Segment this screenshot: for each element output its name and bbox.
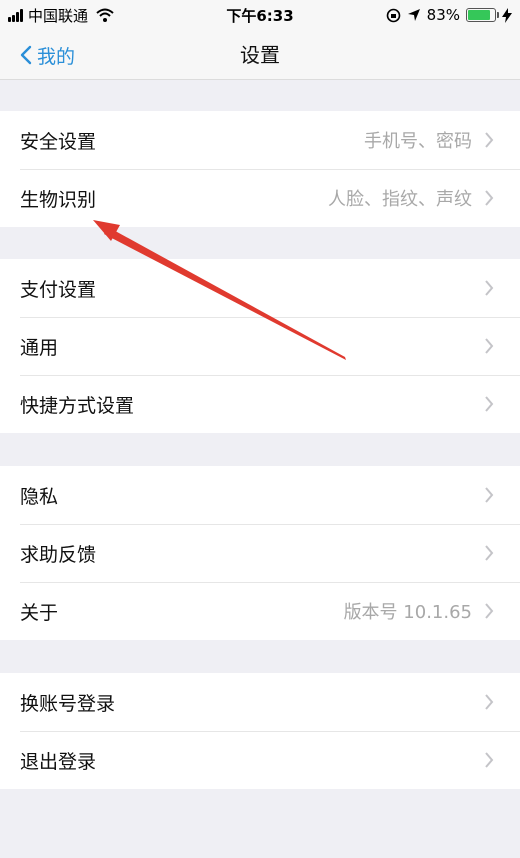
chevron-right-icon xyxy=(485,190,494,206)
chevron-right-icon xyxy=(485,545,494,561)
orientation-lock-icon xyxy=(386,8,400,22)
row-switch-account[interactable]: 换账号登录 xyxy=(0,673,520,731)
row-label: 退出登录 xyxy=(20,750,97,773)
battery-level xyxy=(468,10,490,20)
chevron-right-icon xyxy=(485,396,494,412)
charging-icon xyxy=(502,7,512,23)
status-right: 83% xyxy=(386,5,512,25)
settings-group-session: 换账号登录 退出登录 xyxy=(0,673,520,789)
row-about[interactable]: 关于 版本号 10.1.65 xyxy=(0,582,520,640)
row-value: 人脸、指纹、声纹 xyxy=(328,189,472,210)
row-privacy[interactable]: 隐私 xyxy=(0,466,520,524)
battery-percent: 83% xyxy=(426,6,460,24)
battery-icon xyxy=(466,8,499,22)
chevron-right-icon xyxy=(485,603,494,619)
settings-group-support: 隐私 求助反馈 关于 版本号 10.1.65 xyxy=(0,466,520,640)
settings-group-account: 安全设置 手机号、密码 生物识别 人脸、指纹、声纹 xyxy=(0,111,520,227)
chevron-right-icon xyxy=(485,132,494,148)
page-title: 设置 xyxy=(240,43,280,67)
row-label: 关于 xyxy=(20,601,59,624)
row-shortcut-settings[interactable]: 快捷方式设置 xyxy=(0,375,520,433)
settings-group-general: 支付设置 通用 快捷方式设置 xyxy=(0,259,520,433)
location-icon xyxy=(407,9,420,21)
row-log-out[interactable]: 退出登录 xyxy=(0,731,520,789)
row-payment-settings[interactable]: 支付设置 xyxy=(0,259,520,317)
row-security-settings[interactable]: 安全设置 手机号、密码 xyxy=(0,111,520,169)
row-value: 手机号、密码 xyxy=(364,131,472,152)
row-help-feedback[interactable]: 求助反馈 xyxy=(0,524,520,582)
row-biometrics[interactable]: 生物识别 人脸、指纹、声纹 xyxy=(0,169,520,227)
chevron-right-icon xyxy=(485,694,494,710)
row-label: 支付设置 xyxy=(20,278,97,301)
chevron-right-icon xyxy=(485,280,494,296)
nav-bar: 我的 设置 xyxy=(0,30,520,80)
row-general[interactable]: 通用 xyxy=(0,317,520,375)
chevron-right-icon xyxy=(485,338,494,354)
row-label: 生物识别 xyxy=(20,188,97,211)
row-label: 换账号登录 xyxy=(20,692,116,715)
row-label: 通用 xyxy=(20,336,59,359)
row-label: 隐私 xyxy=(20,485,59,508)
chevron-right-icon xyxy=(485,752,494,768)
row-value: 版本号 10.1.65 xyxy=(343,602,472,623)
row-label: 求助反馈 xyxy=(20,543,97,566)
row-label: 安全设置 xyxy=(20,130,97,153)
row-label: 快捷方式设置 xyxy=(20,394,135,417)
status-bar: 中国联通 下午6:33 83% xyxy=(0,0,520,30)
chevron-right-icon xyxy=(485,487,494,503)
